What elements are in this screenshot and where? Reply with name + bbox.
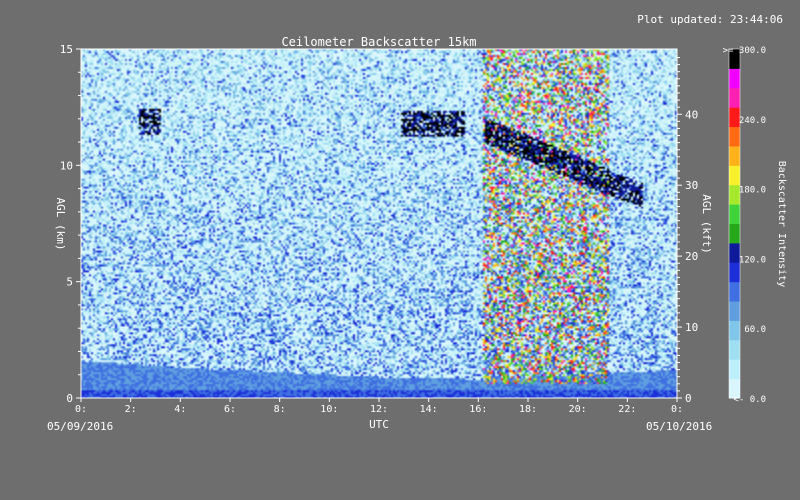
y-axis-left-label: AGL (km) [54, 198, 67, 251]
x-tick-label: 0: [671, 404, 683, 415]
colorbar-segment [729, 339, 740, 360]
y-tick-left-label: 5 [66, 276, 73, 289]
colorbar-segment [729, 87, 740, 108]
colorbar-segment [729, 359, 740, 380]
x-tick-label: 10: [320, 404, 338, 415]
colorbar-label: Backscatter Intensity [776, 161, 787, 287]
colorbar-tick-label: <- 0.0 [733, 395, 766, 405]
colorbar-segment [729, 320, 740, 341]
x-tick-label: 20: [569, 404, 587, 415]
colorbar-segment [729, 68, 740, 89]
colorbar-segment [729, 165, 740, 186]
colorbar-tick-label: 240.0 [739, 116, 766, 126]
x-tick-label: 6: [224, 404, 236, 415]
y-axis-right-label: AGL (kft) [700, 194, 713, 254]
colorbar-segment [729, 145, 740, 166]
y-tick-left-label: 10 [60, 159, 73, 172]
y-tick-left-label: 0 [66, 392, 73, 405]
x-tick-label: 12: [370, 404, 388, 415]
ceilometer-plot-window: Plot updated: 23:44:06 Ceilometer Backsc… [0, 0, 800, 500]
x-tick-label: 4: [174, 404, 186, 415]
y-tick-right-label: 10 [685, 321, 698, 334]
colorbar-tick-label: 120.0 [739, 255, 766, 265]
x-tick-label: 14: [420, 404, 438, 415]
ceilometer-chart: Plot updated: 23:44:06 Ceilometer Backsc… [47, 13, 787, 433]
x-axis: 0: 2: 4: 6: 8: 10: 12: 14: 16: 18: 20: 22: 0: [75, 398, 683, 415]
x-tick-label: 2: [125, 404, 137, 415]
date-start: 05/09/2016 [47, 420, 113, 433]
x-tick-label: 18: [519, 404, 537, 415]
x-axis-label: UTC [369, 418, 389, 431]
y-axis-right: 0 10 20 30 40 [677, 57, 698, 405]
colorbar-segment [729, 301, 740, 321]
y-tick-right-label: 20 [685, 250, 698, 263]
colorbar: <- 0.0 60.0 120.0 180.0 240.0 >= 300.0 [723, 46, 766, 405]
y-tick-left-label: 15 [60, 43, 73, 56]
y-tick-right-label: 0 [685, 392, 692, 405]
colorbar-segment [729, 223, 740, 244]
chart-title: Ceilometer Backscatter 15km [281, 35, 476, 49]
x-tick-label: 8: [274, 404, 286, 415]
y-tick-right-label: 40 [685, 108, 698, 121]
colorbar-tick-label: 180.0 [739, 186, 766, 196]
colorbar-segment [729, 281, 740, 302]
date-end: 05/10/2016 [646, 420, 712, 433]
colorbar-tick-label: 60.0 [744, 325, 766, 335]
colorbar-segment [729, 204, 740, 224]
colorbar-tick-label: >= 300.0 [723, 46, 766, 56]
x-tick-label: 0: [75, 404, 87, 415]
y-tick-right-label: 30 [685, 179, 698, 192]
heatmap-plot-area [80, 48, 678, 399]
x-tick-label: 16: [469, 404, 487, 415]
plot-updated-timestamp: Plot updated: 23:44:06 [637, 13, 783, 26]
x-tick-label: 22: [618, 404, 636, 415]
colorbar-segment [729, 126, 740, 147]
backscatter-heatmap [81, 49, 677, 398]
